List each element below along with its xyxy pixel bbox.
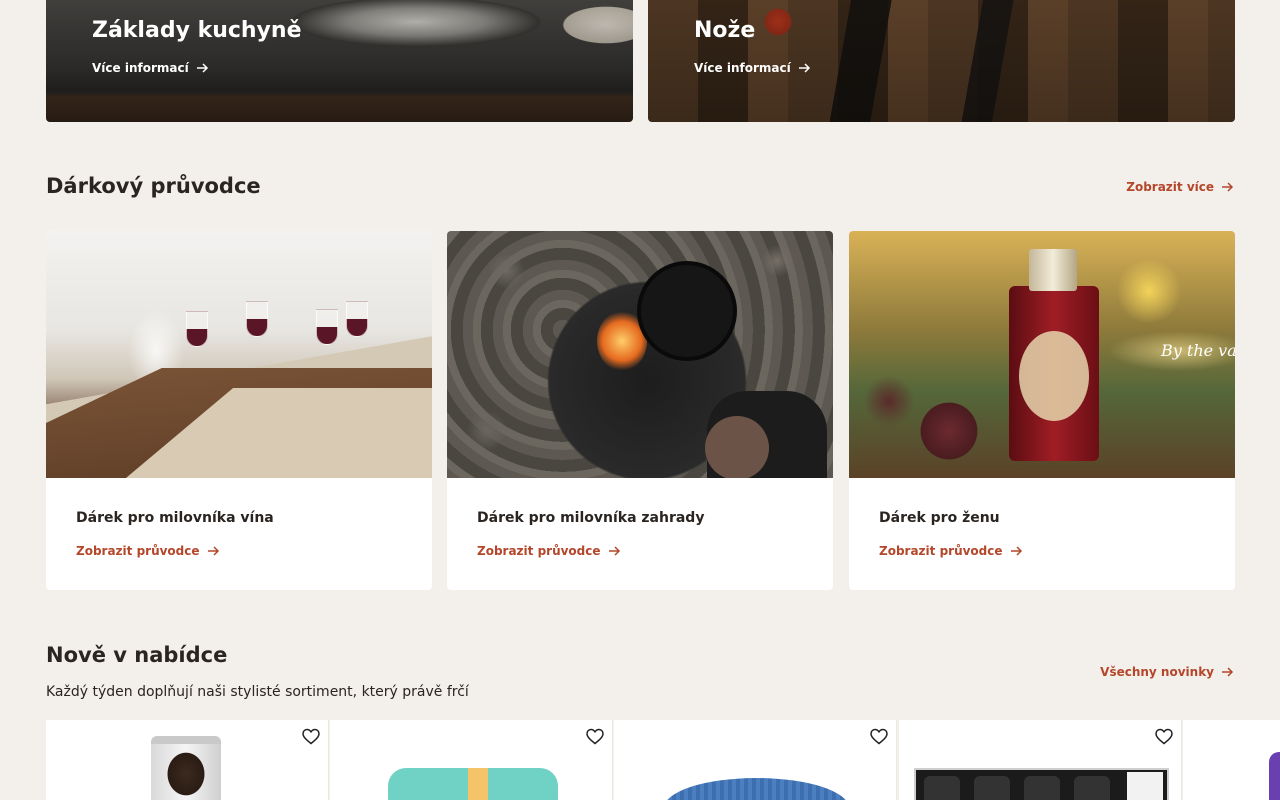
perfume-image-text: By the van: [1161, 341, 1235, 360]
perfume-image: By the van: [849, 231, 1235, 478]
gift-card-title: Dárek pro milovníka vína: [76, 510, 274, 526]
banner-link-label: Více informací: [694, 61, 791, 75]
all-new-link[interactable]: Všechny novinky: [1100, 665, 1234, 679]
product-image: [1269, 752, 1280, 800]
banner-link-label: Více informací: [92, 61, 189, 75]
gift-card-link-label: Zobrazit průvodce: [879, 544, 1003, 558]
gift-card-wine[interactable]: Dárek pro milovníka vína Zobrazit průvod…: [46, 231, 432, 590]
gift-card-link-label: Zobrazit průvodce: [477, 544, 601, 558]
gift-guide-more-label: Zobrazit více: [1126, 180, 1214, 194]
banner-more-link[interactable]: Více informací: [694, 61, 811, 75]
product-card[interactable]: [1183, 720, 1280, 800]
new-arrivals-subtitle: Každý týden doplňují naši stylisté sorti…: [46, 684, 469, 700]
banner-knives[interactable]: Nože Více informací: [648, 0, 1235, 122]
product-card[interactable]: [46, 720, 329, 800]
product-image: [664, 778, 849, 800]
gift-card-link[interactable]: Zobrazit průvodce: [477, 544, 621, 558]
gift-card-title: Dárek pro ženu: [879, 510, 1000, 526]
banner-title: Nože: [694, 18, 756, 43]
gift-card-title: Dárek pro milovníka zahrady: [477, 510, 705, 526]
gift-card-garden[interactable]: Dárek pro milovníka zahrady Zobrazit prů…: [447, 231, 833, 590]
arrow-right-icon: [207, 546, 220, 556]
new-arrivals-title: Nově v nabídce: [46, 643, 228, 667]
banner-kitchen-basics[interactable]: Základy kuchyně Více informací: [46, 0, 633, 122]
all-new-label: Všechny novinky: [1100, 665, 1214, 679]
arrow-right-icon: [1010, 546, 1023, 556]
heart-icon[interactable]: [302, 728, 320, 745]
product-card[interactable]: [899, 720, 1182, 800]
gift-card-link[interactable]: Zobrazit průvodce: [879, 544, 1023, 558]
arrow-right-icon: [798, 63, 811, 73]
product-card[interactable]: [330, 720, 613, 800]
gift-card-link-label: Zobrazit průvodce: [76, 544, 200, 558]
gift-guide-title: Dárkový průvodce: [46, 174, 261, 198]
gift-card-woman[interactable]: By the van Dárek pro ženu Zobrazit průvo…: [849, 231, 1235, 590]
arrow-right-icon: [196, 63, 209, 73]
heart-icon[interactable]: [586, 728, 604, 745]
arrow-right-icon: [1222, 667, 1234, 677]
product-card[interactable]: [614, 720, 897, 800]
banner-more-link[interactable]: Více informací: [92, 61, 209, 75]
heart-icon[interactable]: [1155, 728, 1173, 745]
product-image: [388, 768, 558, 800]
garden-grill-image: [447, 231, 833, 478]
arrow-right-icon: [608, 546, 621, 556]
gift-guide-more-link[interactable]: Zobrazit více: [1126, 180, 1234, 194]
product-image: [151, 736, 221, 800]
arrow-right-icon: [1222, 182, 1234, 192]
product-image: [914, 768, 1169, 800]
wine-table-image: [46, 231, 432, 478]
banner-title: Základy kuchyně: [92, 18, 302, 43]
heart-icon[interactable]: [870, 728, 888, 745]
gift-card-link[interactable]: Zobrazit průvodce: [76, 544, 220, 558]
